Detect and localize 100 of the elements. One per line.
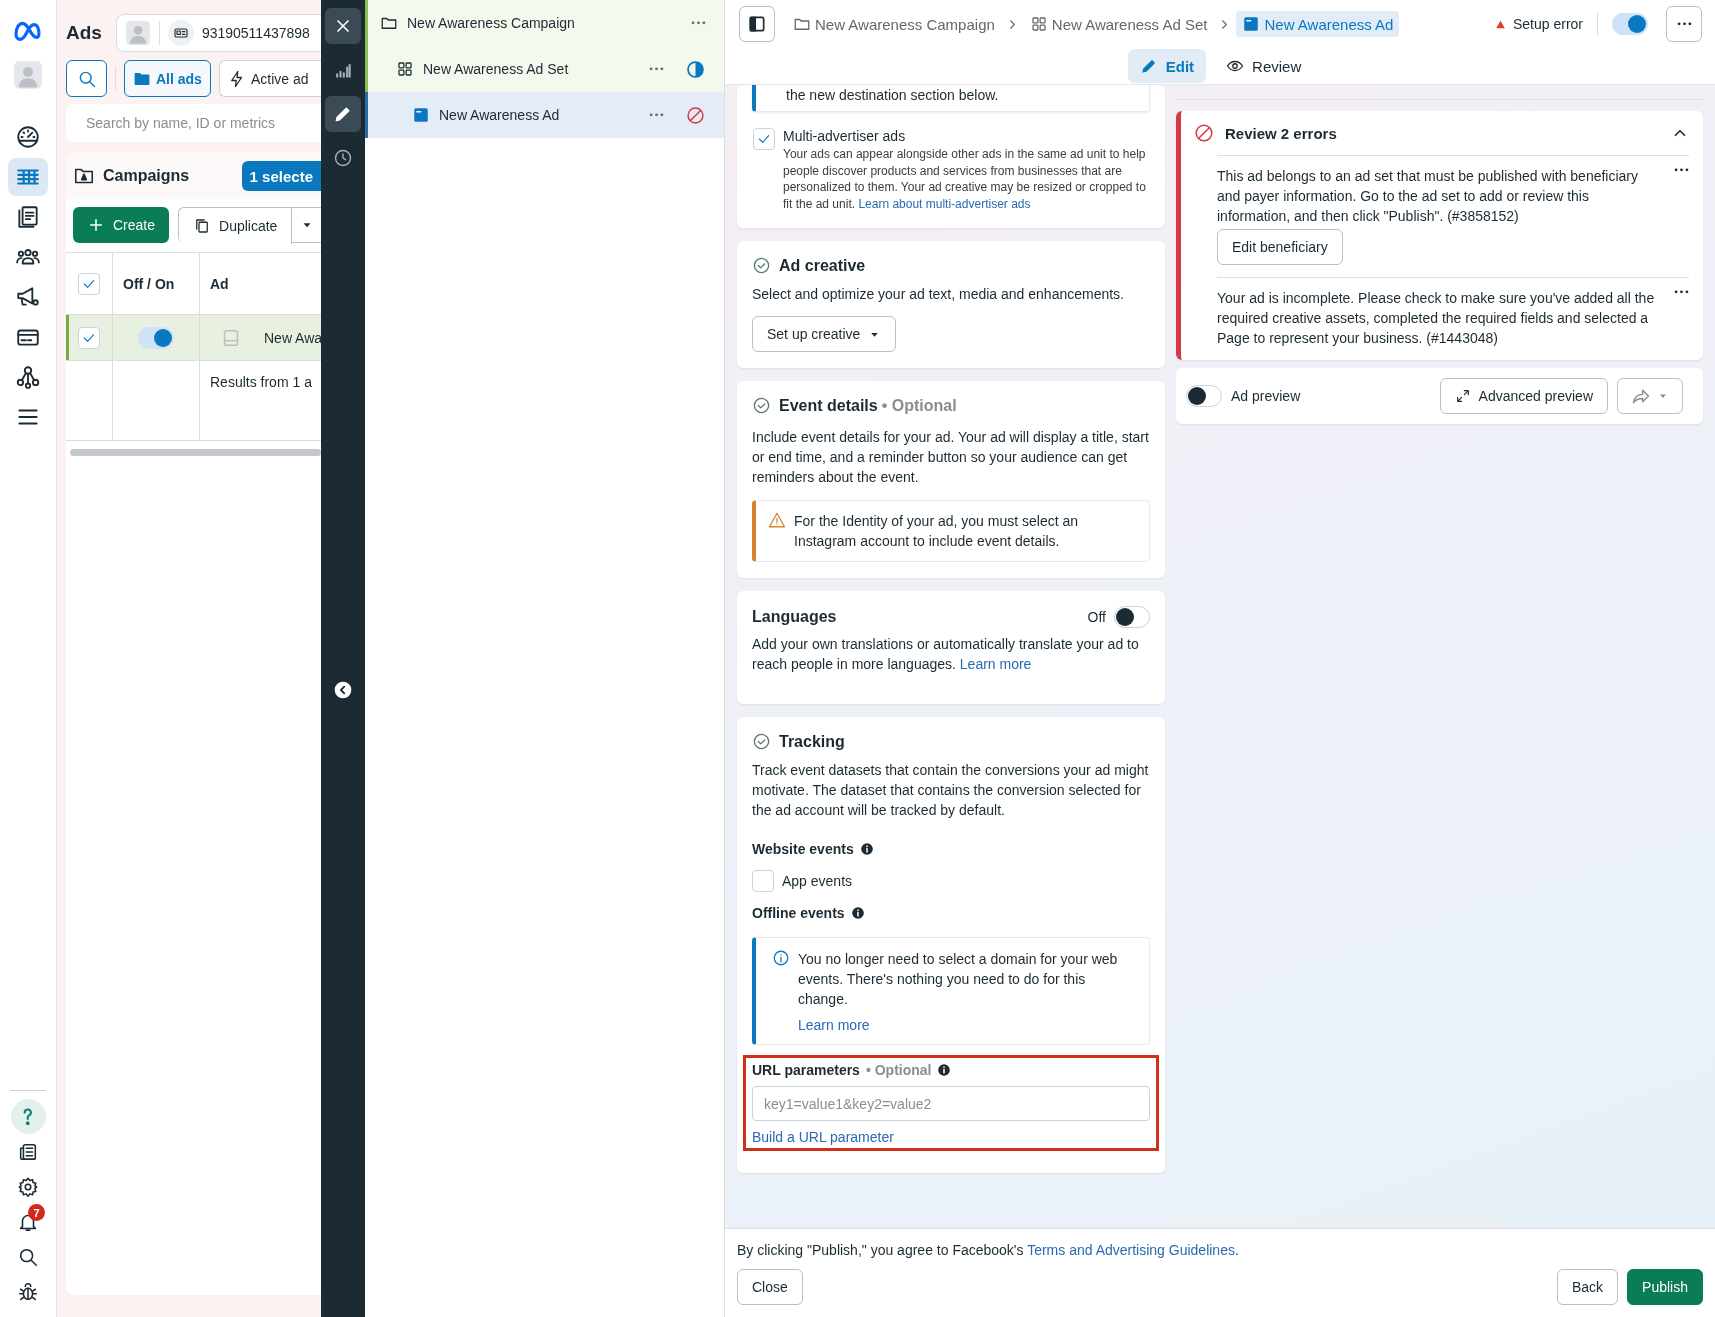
checkbox[interactable] (753, 128, 775, 150)
check-circle-icon (752, 396, 771, 415)
warning-icon (768, 511, 786, 529)
account-selector[interactable]: 93190511437898 (115, 14, 321, 52)
help-icon (23, 1108, 33, 1125)
advanced-preview-button[interactable]: Advanced preview (1439, 378, 1608, 414)
error-message: Your ad is incomplete. Please check to make sure you've added all the required creative assets, completed the required fields and selected a Page to represent your business. (#1443048) (1217, 289, 1656, 348)
sidebar-toggle-button[interactable] (739, 6, 775, 42)
filter-button[interactable]: All ads (124, 60, 211, 97)
error-icon (685, 104, 706, 126)
preview-label: Ad preview (1231, 388, 1301, 404)
field-label: Offline events (752, 905, 845, 921)
set-up-creative-button[interactable]: Set up creative (752, 316, 897, 352)
tool-button[interactable] (325, 96, 361, 132)
duplicate-button[interactable]: Duplicate (179, 208, 293, 244)
checkbox[interactable] (78, 272, 100, 295)
search-button[interactable] (66, 60, 107, 97)
breadcrumb-link[interactable]: New Awareness Ad (1236, 11, 1400, 37)
column-header: Ad (210, 275, 229, 292)
item-name: New Awareness Ad (439, 107, 560, 123)
field-label: URL parameters (752, 1062, 860, 1078)
callout-text: the new destination section below. (786, 86, 1000, 105)
plus-icon (87, 216, 105, 234)
description: Select and optimize your ad text, media and enhancements. (752, 285, 1125, 304)
create-button[interactable]: Create (73, 207, 170, 243)
toggle-switch[interactable] (1114, 606, 1150, 628)
filter-button[interactable]: Active ad (218, 60, 321, 97)
pencil-icon (1139, 57, 1158, 75)
more-icon (1676, 22, 1692, 26)
collapse-icon[interactable] (333, 680, 353, 700)
checkbox[interactable] (78, 326, 100, 349)
optional-label: • Optional (865, 1062, 932, 1078)
info-icon (772, 949, 790, 967)
tree-row[interactable]: New Awareness Ad (365, 92, 724, 138)
check-circle-icon (752, 256, 771, 275)
nav-button[interactable]: 7 (8, 1204, 48, 1239)
field-label: Website events (752, 841, 854, 857)
share-button[interactable] (1617, 378, 1683, 414)
breadcrumb-link[interactable]: New Awareness Campaign (787, 11, 1001, 37)
settings-icon (17, 1175, 39, 1198)
more-icon[interactable] (1674, 290, 1689, 294)
ad-icon (412, 106, 430, 124)
optional-label: • Optional (881, 396, 957, 415)
toggle-switch[interactable] (138, 326, 174, 349)
ad-icon (1242, 15, 1261, 33)
sidebar-icon (747, 14, 767, 34)
notification-badge: 7 (28, 1204, 45, 1221)
info-icon (859, 842, 874, 856)
tab[interactable]: Edit (1127, 49, 1207, 83)
section-title: Campaigns (103, 167, 190, 185)
close-button[interactable]: Close (737, 1269, 803, 1305)
description: Track event datasets that contain the conversions your ad might motivate. The dataset that contains the conversion selected for the ad account will be tracked by default. (752, 761, 1150, 820)
selection-badge: 1 selecte (241, 161, 321, 191)
expand-icon (1454, 388, 1471, 404)
terms-link[interactable]: Terms and Advertising Guidelines (1027, 1242, 1235, 1258)
build-url-link[interactable]: Build a URL parameter (752, 1129, 894, 1145)
learn-more-link[interactable]: Learn more (959, 656, 1032, 672)
description: Include event details for your ad. Your ad will display a title, start or end time, and a reminder button so your audience can get reminders about the event. (752, 428, 1150, 487)
check-circle-icon (752, 732, 771, 751)
section-title: Tracking (779, 732, 845, 751)
documents-icon (15, 204, 41, 230)
info-icon (937, 1063, 952, 1077)
tab[interactable]: Review (1214, 49, 1314, 83)
back-button[interactable]: Back (1556, 1269, 1619, 1305)
id-card-icon (172, 25, 189, 41)
info-icon (850, 906, 865, 920)
bug-icon (17, 1280, 39, 1303)
tree-row[interactable]: New Awareness Ad Set (365, 46, 724, 92)
edit-beneficiary-button[interactable]: Edit beneficiary (1217, 229, 1343, 265)
more-icon[interactable] (1674, 168, 1689, 172)
url-parameters-field[interactable]: key1=value1&key2=value2 (752, 1086, 1150, 1121)
breadcrumb-link[interactable]: New Awareness Ad Set (1023, 11, 1214, 37)
toggle-switch[interactable] (1612, 13, 1648, 35)
search-field[interactable]: Search by name, ID or metrics (66, 104, 321, 142)
section-title: Event details (779, 396, 878, 415)
checkbox-label: App events (782, 873, 853, 889)
terms-text: By clicking "Publish," you agree to Facebook's Terms and Advertising Guidelines. (737, 1241, 1240, 1260)
grid-icon (1029, 15, 1048, 33)
learn-more-link[interactable]: Learn more (798, 1017, 870, 1033)
error-icon (1193, 122, 1215, 144)
column-header: Off / On (123, 275, 175, 292)
page-title: Ads (66, 22, 102, 44)
half-circle-icon (685, 58, 706, 80)
item-name: New Awareness Campaign (407, 15, 575, 31)
option-title: Multi-advertiser ads (783, 128, 907, 144)
clock-icon (333, 148, 353, 168)
checkbox[interactable] (752, 870, 774, 892)
toggle-label: Off (1087, 609, 1106, 625)
section-title: Ad creative (779, 256, 866, 275)
gauge-icon (15, 124, 41, 150)
avatar-icon (124, 20, 151, 46)
grid-icon (396, 60, 414, 78)
publish-button[interactable]: Publish (1627, 1269, 1703, 1305)
toggle-switch[interactable] (1186, 385, 1222, 407)
learn-more-link[interactable]: Learn about multi-advertiser ads (858, 196, 1031, 211)
tree-row[interactable]: New Awareness Campaign (365, 0, 724, 46)
account-id: 93190511437898 (201, 25, 310, 41)
error-message: This ad belongs to an ad set that must be published with beneficiary and payer information. Go to the ad set to add or review this information, and then click "Publish". (#3858152) (1217, 167, 1640, 226)
errors-title: Review 2 errors (1225, 124, 1337, 142)
tool-button[interactable] (325, 8, 361, 44)
